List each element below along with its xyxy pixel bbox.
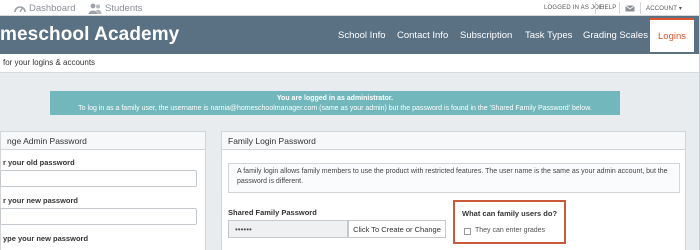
mail-icon[interactable] — [625, 0, 635, 16]
retype-password-label: ype your new password — [3, 234, 89, 243]
admin-panel-title: nge Admin Password — [1, 132, 205, 150]
enter-grades-label[interactable]: They can enter grades — [475, 227, 545, 234]
dashboard-link[interactable]: Dashboard — [14, 1, 75, 15]
students-link[interactable]: Students — [88, 1, 143, 15]
brand-title: meschool Academy — [0, 24, 180, 45]
tab-task-types[interactable]: Task Types — [525, 16, 572, 54]
admin-alert: You are logged in as administrator. To l… — [50, 91, 620, 115]
alert-title: You are logged in as administrator. — [276, 95, 394, 102]
enter-grades-checkbox[interactable] — [464, 228, 471, 235]
tab-school-info[interactable]: School Info — [338, 16, 386, 54]
divider — [640, 2, 641, 14]
divider — [595, 2, 596, 14]
tab-logins[interactable]: Logins — [650, 18, 694, 52]
shared-password-field: •••••• — [228, 220, 348, 238]
old-password-input[interactable] — [0, 170, 197, 187]
tab-contact-info[interactable]: Contact Info — [397, 16, 448, 54]
family-info-box: A family login allows family members to … — [228, 163, 680, 193]
top-bar: Dashboard Students LOGGED IN AS JOE HELP… — [0, 0, 700, 16]
dashboard-label: Dashboard — [29, 2, 76, 14]
old-password-label: r your old password — [3, 158, 75, 167]
tab-subscription[interactable]: Subscription — [460, 16, 512, 54]
admin-password-panel: nge Admin Password — [0, 131, 206, 250]
family-panel-title: Family Login Password — [222, 132, 685, 150]
page-subtitle-bar: for your logins & accounts — [0, 54, 700, 73]
permissions-question: What can family users do? — [462, 209, 558, 218]
divider — [619, 2, 620, 14]
new-password-input[interactable] — [0, 208, 197, 225]
dashboard-icon — [14, 6, 26, 13]
account-menu[interactable]: ACCOUNT ▾ — [646, 0, 682, 16]
students-label: Students — [105, 2, 143, 14]
tab-grading-scales[interactable]: Grading Scales — [583, 16, 648, 54]
students-icon — [88, 3, 102, 14]
alert-body: To log in as a family user, the username… — [78, 104, 592, 112]
help-link[interactable]: HELP — [600, 0, 616, 16]
page-subtitle: for your logins & accounts — [3, 58, 96, 67]
shared-password-label: Shared Family Password — [228, 208, 317, 217]
family-permissions-box: What can family users do? They can enter… — [453, 200, 566, 244]
create-change-password-button[interactable]: Click To Create or Change — [348, 220, 446, 238]
app-header: meschool Academy School Info Contact Inf… — [0, 16, 700, 54]
new-password-label: r your new password — [3, 196, 79, 205]
